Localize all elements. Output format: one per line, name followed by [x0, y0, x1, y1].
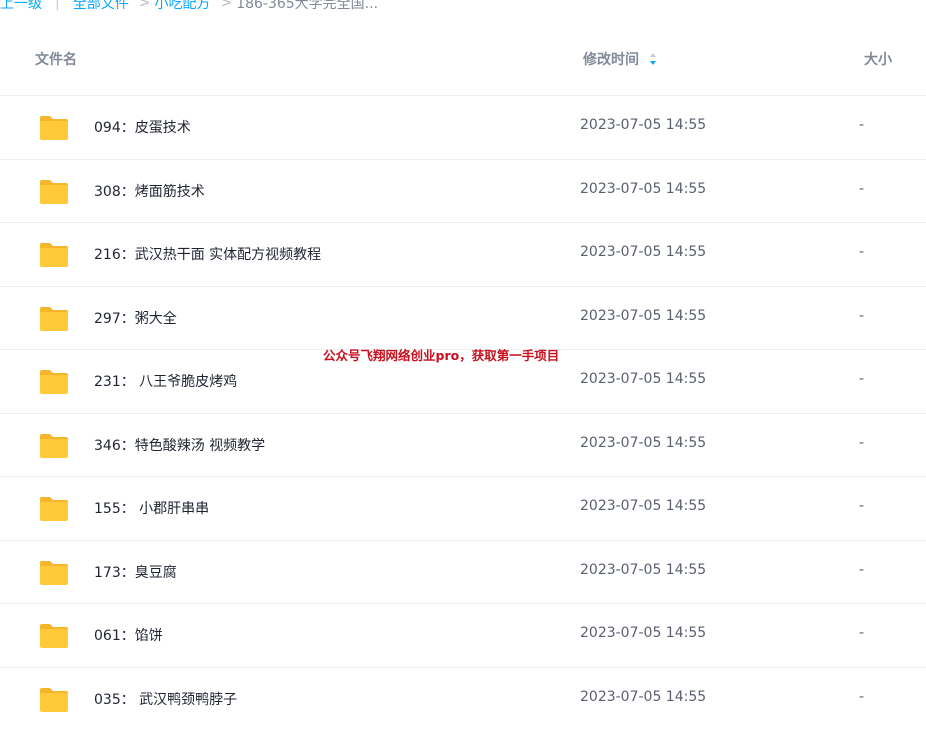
- column-header-modified-label: 修改时间: [583, 49, 639, 69]
- breadcrumb-item-all-files[interactable]: 全部文件: [73, 0, 129, 13]
- file-modified-time: 2023-07-05 14:55: [580, 244, 706, 260]
- file-row[interactable]: 094：皮蛋技术 2023-07-05 14:55 -: [0, 95, 926, 159]
- file-size: -: [859, 181, 864, 197]
- file-modified-time: 2023-07-05 14:55: [580, 308, 706, 324]
- breadcrumb-separator: >: [220, 0, 232, 11]
- file-row[interactable]: 346：特色酸辣汤 视频教学 2023-07-05 14:55 -: [0, 413, 926, 477]
- file-modified-time: 2023-07-05 14:55: [580, 181, 706, 197]
- folder-icon: [38, 241, 70, 269]
- file-row[interactable]: 216：武汉热干面 实体配方视频教程 2023-07-05 14:55 -: [0, 222, 926, 286]
- folder-icon: [38, 305, 70, 333]
- file-size: -: [859, 371, 864, 387]
- file-name[interactable]: 155： 小郡肝串串: [94, 498, 209, 518]
- file-row[interactable]: 173：臭豆腐 2023-07-05 14:55 -: [0, 540, 926, 604]
- breadcrumb-item-snack-recipes[interactable]: 小吃配方: [154, 0, 210, 13]
- file-list: 094：皮蛋技术 2023-07-05 14:55 - 308：烤面筋技术 20…: [0, 95, 926, 730]
- file-row[interactable]: 061：馅饼 2023-07-05 14:55 -: [0, 603, 926, 667]
- breadcrumb-divider: |: [55, 0, 60, 11]
- watermark-text: 公众号飞翔网络创业pro，获取第一手项目: [323, 345, 559, 364]
- folder-icon: [38, 114, 70, 142]
- breadcrumb: 上一级 | 全部文件 > 小吃配方 > 186-365大学完全国...: [0, 0, 378, 15]
- folder-icon: [38, 686, 70, 714]
- column-header-name[interactable]: 文件名: [35, 49, 77, 69]
- file-size: -: [859, 244, 864, 260]
- breadcrumb-back-link[interactable]: 上一级: [0, 0, 42, 13]
- folder-icon: [38, 432, 70, 460]
- file-size: -: [859, 625, 864, 641]
- file-name[interactable]: 094：皮蛋技术: [94, 117, 191, 137]
- column-header-size[interactable]: 大小: [864, 49, 892, 69]
- file-modified-time: 2023-07-05 14:55: [580, 371, 706, 387]
- file-size: -: [859, 562, 864, 578]
- file-name[interactable]: 216：武汉热干面 实体配方视频教程: [94, 244, 321, 264]
- folder-icon: [38, 559, 70, 587]
- file-row[interactable]: 155： 小郡肝串串 2023-07-05 14:55 -: [0, 476, 926, 540]
- file-row[interactable]: 308：烤面筋技术 2023-07-05 14:55 -: [0, 159, 926, 223]
- breadcrumb-separator: >: [139, 0, 151, 11]
- file-name[interactable]: 297：粥大全: [94, 308, 177, 328]
- sort-icon[interactable]: [649, 52, 657, 66]
- file-modified-time: 2023-07-05 14:55: [580, 625, 706, 641]
- file-name[interactable]: 308：烤面筋技术: [94, 181, 205, 201]
- file-size: -: [859, 308, 864, 324]
- file-size: -: [859, 435, 864, 451]
- folder-icon: [38, 368, 70, 396]
- file-modified-time: 2023-07-05 14:55: [580, 689, 706, 705]
- folder-icon: [38, 622, 70, 650]
- column-header-modified[interactable]: 修改时间: [583, 49, 657, 69]
- file-modified-time: 2023-07-05 14:55: [580, 498, 706, 514]
- file-modified-time: 2023-07-05 14:55: [580, 117, 706, 133]
- file-name[interactable]: 346：特色酸辣汤 视频教学: [94, 435, 265, 455]
- folder-icon: [38, 178, 70, 206]
- file-row[interactable]: 035： 武汉鸭颈鸭脖子 2023-07-05 14:55 -: [0, 667, 926, 730]
- folder-icon: [38, 495, 70, 523]
- file-row[interactable]: 297：粥大全 2023-07-05 14:55 -: [0, 286, 926, 350]
- file-name[interactable]: 231： 八王爷脆皮烤鸡: [94, 371, 237, 391]
- file-size: -: [859, 498, 864, 514]
- file-list-header: 文件名 修改时间 大小: [0, 40, 926, 76]
- breadcrumb-current: 186-365大学完全国...: [236, 0, 378, 13]
- file-modified-time: 2023-07-05 14:55: [580, 435, 706, 451]
- file-size: -: [859, 689, 864, 705]
- file-name[interactable]: 035： 武汉鸭颈鸭脖子: [94, 689, 237, 709]
- file-modified-time: 2023-07-05 14:55: [580, 562, 706, 578]
- file-name[interactable]: 173：臭豆腐: [94, 562, 177, 582]
- file-size: -: [859, 117, 864, 133]
- file-name[interactable]: 061：馅饼: [94, 625, 163, 645]
